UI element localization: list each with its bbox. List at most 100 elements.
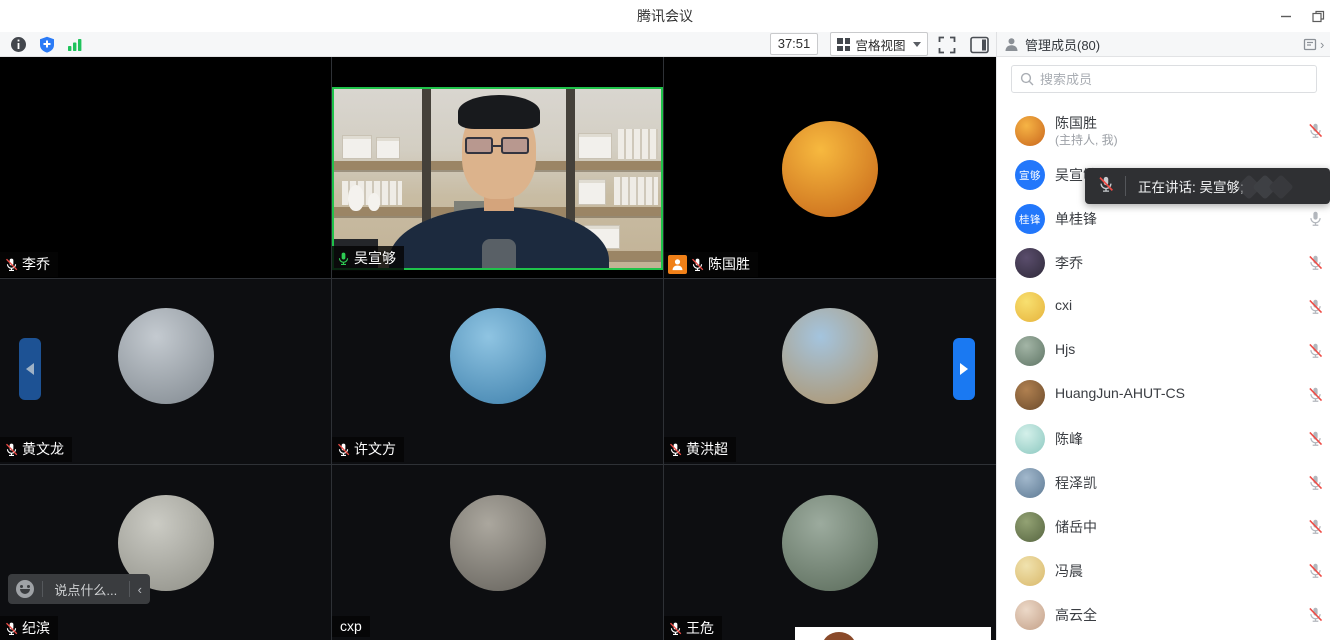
video-tile[interactable]: 陈国胜 xyxy=(664,57,996,278)
member-row[interactable]: 陈国胜(主持人, 我) xyxy=(997,109,1330,153)
tile-name: 纪滨 xyxy=(22,618,50,638)
mic-muted-icon[interactable] xyxy=(1307,562,1324,580)
live-video xyxy=(332,87,663,270)
arrow-right-icon xyxy=(960,363,968,375)
panel-header: 管理成员(80) xyxy=(1004,32,1100,57)
avatar xyxy=(1015,468,1045,498)
tile-nameplate: 黄文龙 xyxy=(0,437,72,462)
mic-muted-icon[interactable] xyxy=(1307,606,1324,624)
grid-view-icon xyxy=(837,38,850,51)
member-row[interactable]: Hjs xyxy=(997,329,1330,373)
panel-popout-icon xyxy=(1303,37,1318,52)
avatar xyxy=(1015,292,1045,322)
video-tile[interactable]: 黄文龙 xyxy=(0,279,331,464)
mic-muted-icon[interactable] xyxy=(1307,518,1324,536)
mic-muted-icon[interactable] xyxy=(1307,122,1324,140)
mic-muted-icon[interactable] xyxy=(1307,254,1324,272)
grid-line-vertical xyxy=(331,57,332,640)
network-signal-icon[interactable] xyxy=(64,34,86,55)
mic-icon xyxy=(1307,210,1324,227)
mic-muted-icon xyxy=(668,442,683,457)
view-mode-button[interactable]: 宫格视图 xyxy=(830,32,928,56)
tile-nameplate: 黄洪超 xyxy=(664,437,736,462)
mic-icon[interactable] xyxy=(1307,210,1324,228)
emoji-icon[interactable] xyxy=(16,580,34,598)
member-name: 程泽凯 xyxy=(1055,473,1097,493)
member-row[interactable]: HuangJun-AHUT-CS xyxy=(997,373,1330,417)
fullscreen-icon xyxy=(938,36,956,54)
tile-name: 黄文龙 xyxy=(22,439,64,459)
restore-button[interactable] xyxy=(1304,6,1330,26)
minimize-button[interactable] xyxy=(1272,6,1300,26)
mic-muted-icon[interactable] xyxy=(1307,342,1324,360)
video-tile[interactable]: 王危 xyxy=(664,465,996,640)
mic-muted-icon xyxy=(1307,606,1324,623)
security-shield-icon[interactable] xyxy=(36,34,58,55)
chat-collapse-chevron[interactable]: ‹ xyxy=(138,582,142,597)
mic-muted-icon xyxy=(668,621,683,636)
next-page-button[interactable] xyxy=(953,338,975,400)
video-tile[interactable]: 李乔 xyxy=(0,57,331,278)
panel-title: 管理成员(80) xyxy=(1025,35,1100,54)
peek-avatar xyxy=(822,632,856,640)
member-search[interactable] xyxy=(1011,65,1317,93)
mic-muted-icon[interactable] xyxy=(1307,386,1324,404)
video-tile[interactable]: 纪滨 xyxy=(0,465,331,640)
mic-muted-icon[interactable] xyxy=(1307,298,1324,316)
window-title: 腾讯会议 xyxy=(0,0,1330,32)
avatar: 桂锋 xyxy=(1015,204,1045,234)
search-icon xyxy=(1020,72,1034,86)
member-row[interactable]: 程泽凯 xyxy=(997,461,1330,505)
member-name: cxi xyxy=(1055,297,1072,313)
member-row[interactable]: cxi xyxy=(997,285,1330,329)
divider xyxy=(1125,176,1126,196)
avatar xyxy=(1015,380,1045,410)
member-row[interactable]: 储岳中 xyxy=(997,505,1330,549)
incoming-video-peek xyxy=(795,627,991,640)
avatar xyxy=(1015,336,1045,366)
tile-name: 许文方 xyxy=(354,439,396,459)
panel-collapse-chevron[interactable]: › xyxy=(1320,32,1324,57)
tile-name: 黄洪超 xyxy=(686,439,728,459)
member-name: 冯晨 xyxy=(1055,561,1083,581)
panel-popout-button[interactable] xyxy=(1303,32,1318,57)
meeting-info-icon[interactable] xyxy=(7,34,29,55)
video-tile[interactable]: 许文方 xyxy=(332,279,663,464)
member-row[interactable]: 李乔 xyxy=(997,241,1330,285)
members-icon xyxy=(1004,37,1019,52)
member-name: 单桂锋 xyxy=(1055,209,1097,229)
search-input[interactable] xyxy=(1040,72,1308,87)
video-tile[interactable]: cxp xyxy=(332,465,663,640)
mic-muted-icon xyxy=(1307,562,1324,579)
tile-name: cxp xyxy=(340,618,362,634)
avatar xyxy=(1015,512,1045,542)
mic-muted-icon[interactable] xyxy=(1307,474,1324,492)
mic-muted-icon[interactable] xyxy=(1307,430,1324,448)
title-bar: 腾讯会议 xyxy=(0,0,1330,32)
tile-name: 吴宣够 xyxy=(354,248,396,268)
mic-muted-icon xyxy=(1097,175,1115,198)
mic-muted-icon xyxy=(1307,254,1324,271)
quick-chat-bar[interactable]: 说点什么... ‹ xyxy=(8,574,150,604)
glasses xyxy=(465,137,529,154)
video-tile[interactable]: 黄洪超 xyxy=(664,279,996,464)
member-row[interactable]: 冯晨 xyxy=(997,549,1330,593)
speaking-toast: 正在讲话: 吴宣够; xyxy=(1085,168,1330,204)
mic-muted-icon xyxy=(4,621,19,636)
avatar xyxy=(782,495,878,591)
prev-page-button[interactable] xyxy=(19,338,41,400)
tile-nameplate: 陈国胜 xyxy=(664,252,758,277)
member-row[interactable]: 高云全 xyxy=(997,593,1330,637)
meeting-logo-watermark xyxy=(1236,175,1296,199)
sidebar-toggle-button[interactable] xyxy=(967,33,992,56)
video-tile[interactable]: 吴宣够 xyxy=(332,57,663,278)
fullscreen-button[interactable] xyxy=(936,34,958,55)
mic-muted-icon xyxy=(1097,175,1115,193)
divider xyxy=(129,581,130,597)
member-row[interactable]: 陈峰 xyxy=(997,417,1330,461)
chat-placeholder[interactable]: 说点什么... xyxy=(43,580,129,599)
arrow-left-icon xyxy=(26,363,34,375)
tile-nameplate: 许文方 xyxy=(332,437,404,462)
member-name: Hjs xyxy=(1055,341,1075,357)
view-mode-label: 宫格视图 xyxy=(855,35,905,54)
